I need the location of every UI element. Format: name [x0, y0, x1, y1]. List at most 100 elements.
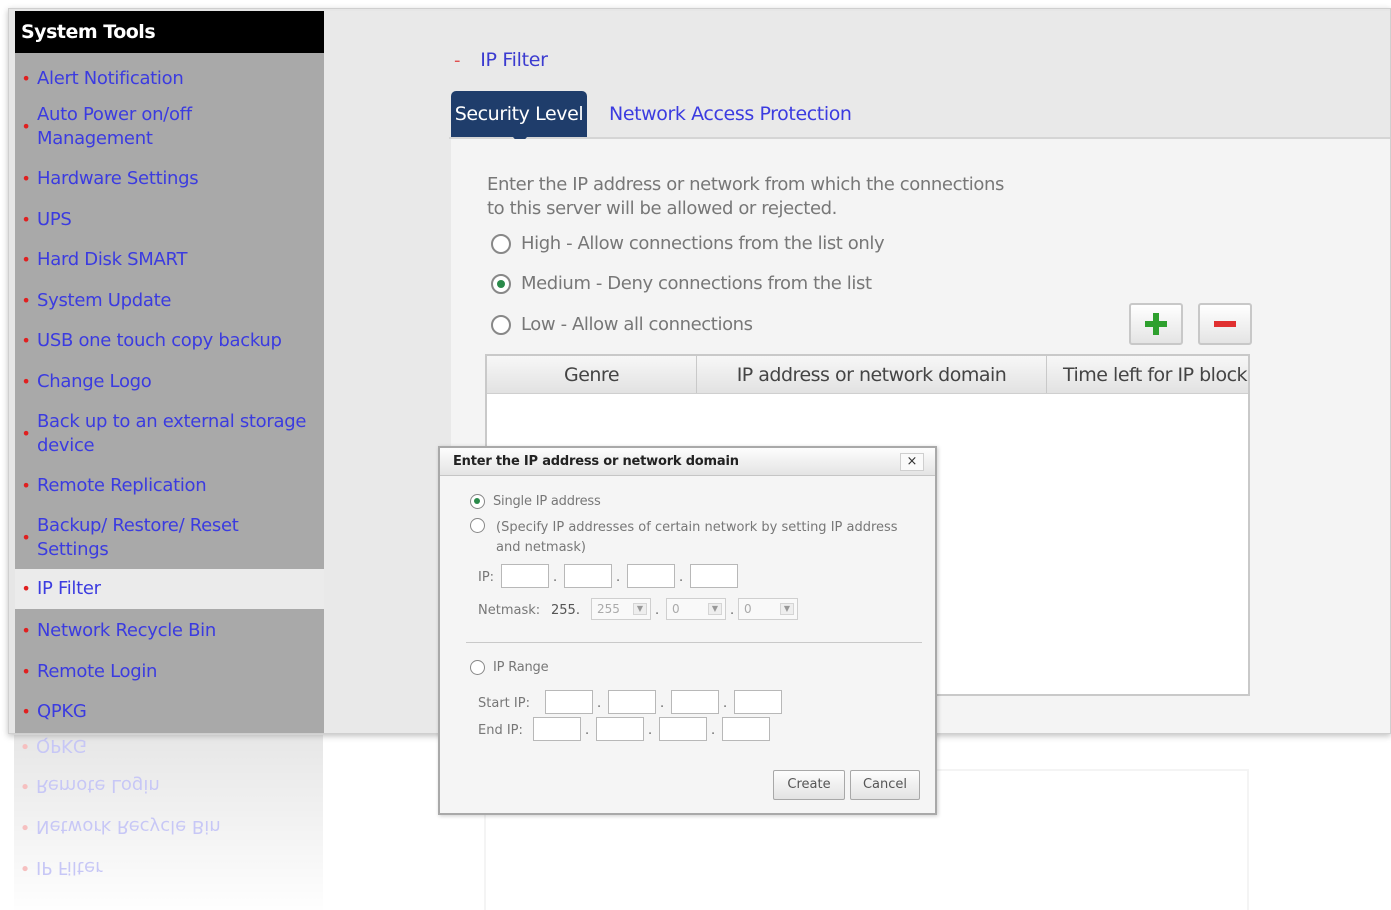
- bullet-icon: •: [19, 816, 31, 837]
- ip-octet-2-input[interactable]: [564, 564, 612, 588]
- sidebar-item-remote-replication[interactable]: • Remote Replication: [15, 470, 324, 502]
- separator: .: [553, 570, 558, 585]
- sidebar-item-network-recycle-bin[interactable]: • Network Recycle Bin: [15, 615, 324, 647]
- sidebar-item-external-backup[interactable]: • Back up to an external storage device: [15, 408, 324, 460]
- start-ip-octet-3-input[interactable]: [671, 690, 719, 714]
- separator: .: [723, 696, 728, 711]
- remove-rule-button[interactable]: [1198, 303, 1252, 345]
- separator: .: [597, 696, 602, 711]
- sidebar-item-change-logo[interactable]: • Change Logo: [15, 366, 324, 398]
- column-genre[interactable]: Genre: [487, 356, 697, 393]
- start-ip-octet-1-input[interactable]: [545, 690, 593, 714]
- network-option-label: (Specify IP addresses of certain network…: [496, 518, 920, 558]
- reflection-label: IP Filter: [36, 857, 103, 878]
- netmask-select-2[interactable]: 255 ▼: [591, 598, 651, 620]
- bullet-icon: •: [21, 702, 31, 721]
- chevron-down-icon: ▼: [633, 603, 647, 615]
- sidebar-item-hardware-settings[interactable]: • Hardware Settings: [15, 163, 324, 195]
- end-ip-octet-4-input[interactable]: [722, 717, 770, 741]
- netmask-select-value: 0: [672, 602, 680, 616]
- netmask-label: Netmask:: [478, 603, 541, 618]
- level-medium-option[interactable]: Medium - Deny connections from the list: [491, 273, 872, 294]
- single-ip-option[interactable]: Single IP address: [470, 494, 601, 509]
- bullet-icon: •: [21, 621, 31, 640]
- radio-high[interactable]: [491, 233, 511, 254]
- chevron-down-icon: ▼: [708, 603, 722, 615]
- sidebar-item-label: Auto Power on/off Management: [37, 104, 192, 149]
- reflection-item: • QPKG: [14, 735, 87, 756]
- add-rule-button[interactable]: [1129, 303, 1183, 345]
- sidebar-item-system-update[interactable]: • System Update: [15, 285, 324, 317]
- start-ip-label: Start IP:: [478, 696, 530, 711]
- end-ip-octet-2-input[interactable]: [596, 717, 644, 741]
- bullet-icon: •: [21, 169, 31, 188]
- tab-network-access-protection[interactable]: Network Access Protection: [609, 91, 852, 137]
- radio-low[interactable]: [491, 314, 511, 335]
- sidebar-item-auto-power[interactable]: • Auto Power on/off Management: [15, 101, 324, 153]
- start-ip-octet-2-input[interactable]: [608, 690, 656, 714]
- sidebar-item-label: Remote Replication: [37, 475, 207, 496]
- tab-bar: Security Level Network Access Protection: [449, 89, 1390, 145]
- sidebar-item-ups[interactable]: • UPS: [15, 204, 324, 236]
- minus-icon: [1214, 321, 1236, 327]
- chevron-down-icon: ▼: [780, 603, 794, 615]
- level-low-label: Low - Allow all connections: [521, 314, 753, 335]
- netmask-select-3[interactable]: 0 ▼: [666, 598, 726, 620]
- sidebar-item-label: Backup/ Restore/ Reset Settings: [37, 515, 239, 560]
- radio-single-ip[interactable]: [470, 494, 485, 509]
- sidebar-item-remote-login[interactable]: • Remote Login: [15, 656, 324, 688]
- collapse-icon[interactable]: -: [454, 50, 461, 71]
- end-ip-octet-1-input[interactable]: [533, 717, 581, 741]
- ip-octet-3-input[interactable]: [627, 564, 675, 588]
- ip-label: IP:: [478, 570, 495, 585]
- sidebar-item-backup-restore[interactable]: • Backup/ Restore/ Reset Settings: [15, 512, 324, 564]
- reflection-item: • Remote Login: [14, 775, 160, 796]
- reflection-item: • Network Recycle Bin: [14, 816, 221, 837]
- netmask-select-4[interactable]: 0 ▼: [738, 598, 798, 620]
- close-icon[interactable]: ×: [900, 453, 924, 471]
- bullet-icon: •: [21, 476, 31, 495]
- cancel-button[interactable]: Cancel: [850, 770, 920, 800]
- sidebar-item-qpkg[interactable]: • QPKG: [15, 696, 324, 728]
- section-header[interactable]: - IP Filter: [454, 49, 548, 71]
- sidebar-item-label: QPKG: [37, 701, 87, 722]
- column-ip-address[interactable]: IP address or network domain: [697, 356, 1047, 393]
- level-low-option[interactable]: Low - Allow all connections: [491, 314, 753, 335]
- sidebar-item-label: Change Logo: [37, 371, 152, 392]
- reflection-label: QPKG: [36, 735, 87, 756]
- level-high-option[interactable]: High - Allow connections from the list o…: [491, 233, 885, 254]
- sidebar-item-ip-filter[interactable]: • IP Filter: [15, 569, 324, 609]
- dialog-divider: [466, 642, 922, 643]
- end-ip-octet-3-input[interactable]: [659, 717, 707, 741]
- bullet-icon: •: [21, 662, 31, 681]
- ip-range-label: IP Range: [493, 660, 549, 675]
- single-ip-label: Single IP address: [493, 494, 601, 509]
- bullet-icon: •: [19, 735, 31, 756]
- separator: .: [585, 723, 590, 738]
- end-ip-label: End IP:: [478, 723, 523, 738]
- reflection-label: Remote Login: [36, 775, 160, 796]
- ip-range-option[interactable]: IP Range: [470, 660, 549, 675]
- bullet-icon: •: [21, 69, 31, 88]
- radio-ip-range[interactable]: [470, 660, 485, 675]
- reflection-item: • IP Filter: [14, 857, 103, 878]
- bullet-icon: •: [21, 250, 31, 269]
- sidebar-item-alert-notification[interactable]: • Alert Notification: [15, 63, 324, 95]
- ip-octet-4-input[interactable]: [690, 564, 738, 588]
- sidebar-item-hard-disk-smart[interactable]: • Hard Disk SMART: [15, 244, 324, 276]
- sidebar-title: System Tools: [15, 11, 324, 53]
- tab-security-level[interactable]: Security Level: [451, 91, 587, 145]
- sidebar-item-usb-copy[interactable]: • USB one touch copy backup: [15, 325, 324, 357]
- radio-network[interactable]: [470, 518, 485, 533]
- radio-medium[interactable]: [491, 273, 511, 294]
- section-title: IP Filter: [480, 49, 548, 71]
- sidebar-item-label: Remote Login: [37, 661, 158, 682]
- bullet-icon: •: [19, 775, 31, 796]
- separator: .: [648, 723, 653, 738]
- ip-octet-1-input[interactable]: [501, 564, 549, 588]
- table-header: Genre IP address or network domain Time …: [487, 356, 1248, 394]
- column-time-left[interactable]: Time left for IP blockir: [1047, 356, 1248, 393]
- create-button[interactable]: Create: [773, 770, 845, 800]
- sidebar-reflection: • QPKG • Remote Login • Network Recycle Bin…: [14, 735, 323, 910]
- start-ip-octet-4-input[interactable]: [734, 690, 782, 714]
